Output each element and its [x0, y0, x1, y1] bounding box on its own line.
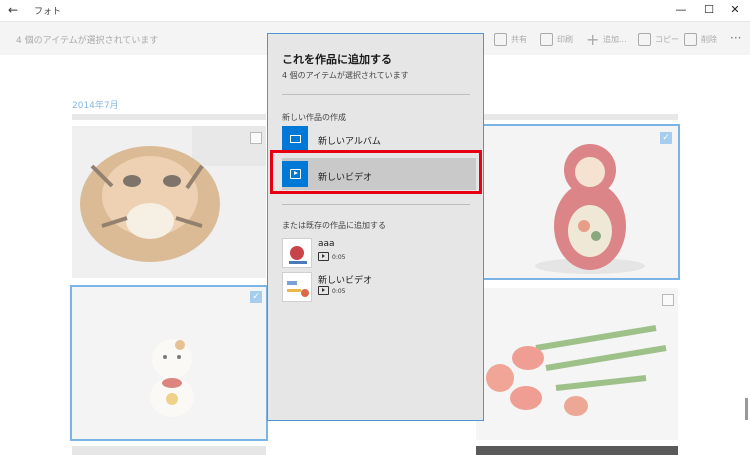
app-title: フォト [34, 7, 62, 17]
select-checkbox-checked[interactable]: ✓ [250, 291, 262, 303]
creation-duration: 0:05 [332, 288, 346, 295]
flyout-subtitle: 4 個のアイテムが選択されています [282, 71, 409, 80]
title-bar: ← フォト — ☐ ✕ [0, 0, 750, 22]
tulips-image [476, 288, 678, 440]
flyout-title: これを作品に追加する [282, 53, 392, 66]
tiger-image [72, 126, 266, 278]
add-button[interactable]: + 追加... [586, 30, 627, 48]
month-header: 2014年7月 [72, 101, 119, 111]
select-checkbox-checked[interactable]: ✓ [660, 132, 672, 144]
divider [282, 204, 470, 205]
share-button[interactable]: 共有 [494, 30, 527, 48]
existing-creation-item[interactable]: 新しいビデオ 0:05 [282, 272, 472, 306]
creation-thumbnail [282, 238, 312, 268]
photo-tile-lucky-cat[interactable]: ✓ [70, 285, 268, 441]
matryoshka-image [484, 126, 678, 278]
new-album-label: 新しいアルバム [318, 137, 381, 147]
more-button[interactable]: ··· [730, 30, 747, 48]
photo-tile-matryoshka[interactable]: ✓ [482, 124, 680, 280]
new-album-option[interactable]: 新しいアルバム [282, 124, 472, 152]
share-icon [494, 32, 507, 46]
scrollbar-thumb[interactable] [745, 398, 748, 420]
printer-icon [540, 32, 553, 46]
highlight-box [270, 150, 482, 194]
delete-button[interactable]: 削除 [684, 30, 717, 48]
existing-creation-heading: または既存の作品に追加する [282, 221, 386, 230]
creation-duration: 0:05 [332, 254, 346, 261]
plus-icon: + [586, 29, 600, 49]
creation-thumbnail [282, 272, 312, 302]
copy-button[interactable]: コピー [638, 30, 679, 48]
photo-tile-top-strip [476, 114, 678, 120]
back-arrow-icon[interactable]: ← [8, 3, 18, 17]
video-icon [318, 286, 329, 295]
photo-tile-top-strip [72, 114, 266, 120]
lucky-cat-image [72, 287, 266, 439]
photo-tile-partial [72, 446, 266, 455]
video-icon [318, 252, 329, 261]
copy-label: コピー [655, 34, 679, 44]
trash-icon [684, 32, 697, 46]
print-button[interactable]: 印刷 [540, 30, 573, 48]
select-checkbox[interactable] [662, 294, 674, 306]
creation-name: aaa [318, 239, 335, 249]
existing-creation-item[interactable]: aaa 0:05 [282, 238, 472, 272]
selection-count: 4 個のアイテムが選択されています [16, 36, 159, 46]
more-icon: ··· [730, 30, 742, 45]
print-label: 印刷 [557, 34, 573, 44]
select-checkbox[interactable] [250, 132, 262, 144]
new-creation-heading: 新しい作品の作成 [282, 113, 346, 122]
copy-icon [638, 32, 651, 46]
add-to-creation-flyout: これを作品に追加する 4 個のアイテムが選択されています 新しい作品の作成 新し… [267, 33, 484, 421]
delete-label: 削除 [701, 34, 717, 44]
photo-tile-partial [476, 446, 678, 455]
share-label: 共有 [511, 34, 527, 44]
photo-tile-tiger[interactable] [72, 126, 266, 278]
creation-name: 新しいビデオ [318, 276, 373, 286]
divider [282, 94, 470, 95]
close-button[interactable]: ✕ [718, 0, 750, 22]
add-label: 追加... [603, 34, 627, 44]
album-tile [282, 126, 308, 152]
photo-tile-tulips[interactable] [476, 288, 678, 440]
album-icon [290, 135, 301, 143]
